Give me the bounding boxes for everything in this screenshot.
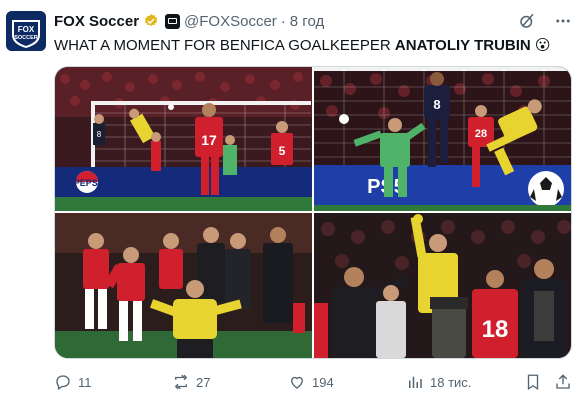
share-icon (556, 374, 570, 389)
svg-text:FOX: FOX (18, 25, 35, 34)
views-count: 18 тис. (430, 374, 472, 390)
pepsi-board: PEPSI (74, 178, 101, 188)
jersey-17: 17 (201, 132, 217, 148)
avatar[interactable]: FOX SOCCER (6, 11, 46, 51)
media-grid: PEPSI 8 17 5 8 28 18 (54, 66, 572, 359)
like-button[interactable]: 194 (288, 373, 334, 391)
emoji-shocked: 😮 (534, 37, 551, 54)
tweet[interactable]: FOX SOCCER FOX Soccer @FOXSoccer · 8 год (0, 0, 582, 410)
photo-1[interactable]: PEPSI 8 17 5 (55, 67, 312, 211)
heart-icon (291, 376, 303, 389)
action-bar: 11 27 194 18 тис. (54, 372, 572, 392)
tweet-text: WHAT A MOMENT FOR BENFICA GOALKEEPER ANA… (54, 36, 574, 56)
author-handle[interactable]: @FOXSoccer (184, 13, 277, 30)
more-options-icon[interactable] (552, 10, 574, 32)
like-count: 194 (312, 374, 334, 390)
verified-badge-icon (144, 14, 158, 27)
retweet-button[interactable]: 27 (172, 373, 210, 391)
jersey-8b: 8 (433, 97, 440, 112)
reply-button[interactable]: 11 (54, 373, 92, 391)
views-button[interactable]: 18 тис. (406, 373, 471, 391)
svg-text:SOCCER: SOCCER (14, 35, 38, 41)
bookmark-icon (527, 374, 539, 391)
retweet-icon (174, 374, 188, 390)
tweet-text-prefix: WHAT A MOMENT FOR BENFICA GOALKEEPER (54, 37, 391, 54)
jersey-18: 18 (482, 316, 509, 343)
share-button[interactable] (554, 373, 572, 391)
tweet-text-bold: ANATOLIY TRUBIN (394, 37, 531, 54)
jersey-8: 8 (97, 130, 102, 139)
author-name[interactable]: FOX Soccer (54, 13, 139, 30)
photo-4[interactable]: 18 (314, 213, 571, 358)
retweet-count: 27 (196, 374, 211, 390)
reply-icon (56, 375, 70, 390)
separator-dot: · (280, 12, 286, 30)
jersey-5: 5 (279, 144, 286, 158)
grok-icon[interactable] (516, 10, 538, 32)
affiliation-badge-icon (165, 13, 181, 29)
bookmark-button[interactable] (524, 373, 542, 391)
tweet-time[interactable]: 8 год (290, 13, 324, 30)
tweet-header: FOX Soccer @FOXSoccer · 8 год (54, 10, 574, 32)
reply-count: 11 (78, 374, 92, 390)
jersey-28: 28 (475, 128, 487, 140)
photo-2[interactable]: PS5 8 (314, 67, 571, 211)
views-chart-icon (409, 376, 422, 388)
photo-3[interactable] (55, 213, 312, 358)
